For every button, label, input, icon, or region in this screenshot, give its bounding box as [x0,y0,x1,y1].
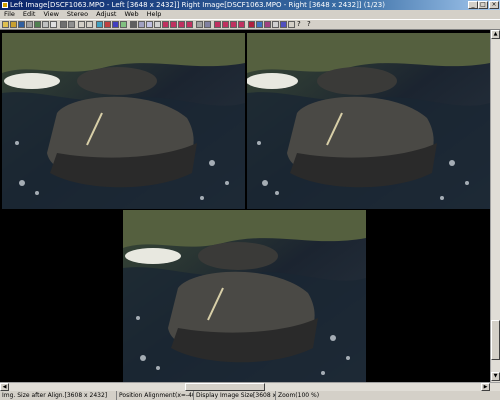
scroll-down-button[interactable]: ▼ [491,372,500,381]
right-image[interactable] [247,33,490,209]
dual-view-icon[interactable] [204,21,211,28]
cherry-icon[interactable] [248,21,255,28]
toolbar: ? ? [0,19,500,30]
preview-image-scene [123,210,366,382]
menu-help[interactable]: Help [143,10,166,19]
anaglyph-icon[interactable] [104,21,111,28]
image-icon[interactable] [34,21,41,28]
open-folder-icon[interactable] [10,21,17,28]
zoom-icon[interactable] [130,21,137,28]
minimize-button[interactable]: _ [468,1,478,9]
rotate-icon[interactable] [68,21,75,28]
vertical-scrollbar[interactable]: ▲ ▼ [490,30,500,382]
whats-this-icon[interactable]: ? [307,20,311,29]
print-icon[interactable] [26,21,33,28]
settings-icon[interactable] [272,21,279,28]
menu-adjust[interactable]: Adjust [92,10,120,19]
redo-icon[interactable] [86,21,93,28]
purple-icon[interactable] [264,21,271,28]
scarlet-filter-icon[interactable] [230,21,237,28]
red-filter-icon[interactable] [214,21,221,28]
image-viewport[interactable] [0,30,490,382]
status-zoom: Zoom(100 %) [278,392,320,399]
scroll-right-button[interactable]: ▶ [481,383,490,391]
color-red-icon[interactable] [162,21,169,28]
grid-icon[interactable] [60,21,67,28]
new-icon[interactable] [2,21,9,28]
help-icon[interactable]: ? [297,20,301,29]
right-image-scene [247,33,490,209]
fit-window-icon[interactable] [138,21,145,28]
menu-bar: File Edit View Stereo Adjust Web Help [0,10,500,19]
maximize-button[interactable]: □ [478,1,488,9]
stereo-mode-icon[interactable] [96,21,103,28]
close-button[interactable]: × [489,1,499,9]
color-magenta-icon[interactable] [170,21,177,28]
title-bar: Left Image[DSCF1063.MPO - Left [3648 x 2… [0,0,500,10]
undo-icon[interactable] [78,21,85,28]
status-display-size: Display Image Size[3608 x 2432] [196,391,276,400]
horizontal-scroll-thumb[interactable] [185,383,265,391]
menu-file[interactable]: File [0,10,19,19]
menu-view[interactable]: View [39,10,62,19]
scroll-left-button[interactable]: ◀ [0,383,9,391]
scroll-up-button[interactable]: ▲ [491,30,500,39]
window-title: Left Image[DSCF1063.MPO - Left [3648 x 2… [10,1,385,9]
menu-stereo[interactable]: Stereo [63,10,92,19]
view-mode-icon[interactable] [154,21,161,28]
horizontal-scrollbar[interactable]: ◀ ▶ [0,382,500,391]
side-by-side-icon[interactable] [112,21,119,28]
left-image-scene [2,33,245,209]
status-position-alignment: Position Alignment(x=-40 y=0) [119,391,194,400]
info-icon[interactable] [288,21,295,28]
preview-image[interactable] [123,210,366,382]
crimson-filter-icon[interactable] [222,21,229,28]
save-icon[interactable] [18,21,25,28]
blue-square-icon[interactable] [256,21,263,28]
status-size-after-align: Img. Size after Align.[3608 x 2432] [0,391,117,400]
vertical-scroll-thumb[interactable] [491,320,500,360]
copy-icon[interactable] [42,21,49,28]
status-bar: Img. Size after Align.[3608 x 2432] Posi… [0,391,500,400]
left-image[interactable] [2,33,245,209]
paste-icon[interactable] [50,21,57,28]
swap-icon[interactable] [120,21,127,28]
menu-web[interactable]: Web [120,10,142,19]
color-rose-icon[interactable] [186,21,193,28]
ruby-filter-icon[interactable] [238,21,245,28]
full-screen-icon[interactable] [146,21,153,28]
app-icon[interactable] [2,2,8,8]
color-pink-icon[interactable] [178,21,185,28]
align-icon[interactable] [280,21,287,28]
menu-edit[interactable]: Edit [19,10,40,19]
split-view-icon[interactable] [196,21,203,28]
